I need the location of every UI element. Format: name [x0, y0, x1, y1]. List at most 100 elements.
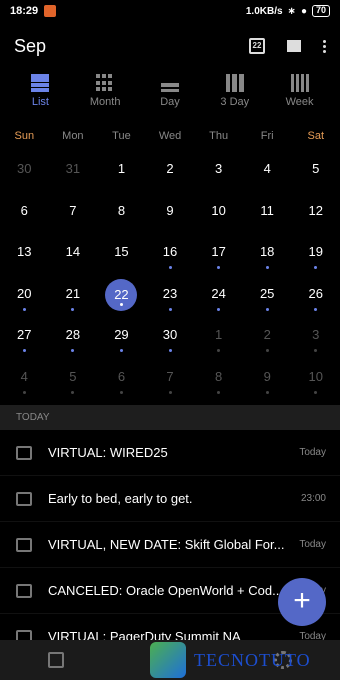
- battery-indicator: 70: [311, 5, 330, 17]
- today-calendar-icon[interactable]: 22: [249, 38, 265, 54]
- day-cell[interactable]: 9: [243, 360, 292, 402]
- day-cell[interactable]: 24: [194, 277, 243, 319]
- calendar-feed-icon: [16, 491, 32, 506]
- switch-view-icon[interactable]: [287, 40, 301, 52]
- day-cell[interactable]: 30: [0, 152, 49, 194]
- day-cell[interactable]: 27: [0, 318, 49, 360]
- day-cell[interactable]: 2: [243, 318, 292, 360]
- day-cell[interactable]: 8: [97, 194, 146, 236]
- day-number: 28: [65, 327, 81, 342]
- event-dot-icon: [119, 349, 123, 352]
- day-number: 6: [20, 202, 28, 218]
- week-row: 27 28 29 30 1 2 3: [0, 318, 340, 360]
- day-number: 8: [117, 202, 126, 218]
- day-number: 17: [211, 244, 226, 259]
- event-item[interactable]: Early to bed, early to get. 23:00: [0, 476, 340, 522]
- day-number: 5: [312, 161, 320, 176]
- view-tab-week[interactable]: Week: [270, 74, 330, 108]
- day-cell[interactable]: 15: [97, 235, 146, 277]
- day-cell[interactable]: 31: [49, 152, 98, 194]
- day-cell[interactable]: 20: [0, 277, 49, 319]
- day-cell[interactable]: 26: [291, 277, 340, 319]
- day-number: 21: [65, 285, 81, 301]
- day-cell[interactable]: 1: [194, 318, 243, 360]
- day-cell[interactable]: 7: [146, 360, 195, 402]
- day-number: 29: [114, 327, 129, 342]
- day-cell[interactable]: 10: [194, 194, 243, 236]
- day-cell[interactable]: 28: [49, 318, 98, 360]
- view-tab-day[interactable]: Day: [140, 74, 200, 108]
- day-cell[interactable]: 11: [243, 194, 292, 236]
- day-number: 18: [259, 244, 275, 259]
- day-cell[interactable]: 12: [291, 194, 340, 236]
- day-cell[interactable]: 6: [97, 360, 146, 402]
- day-cell[interactable]: 25: [243, 277, 292, 319]
- day-cell[interactable]: 10: [291, 360, 340, 402]
- add-event-button[interactable]: +: [278, 578, 326, 626]
- day-cell[interactable]: 17: [194, 235, 243, 277]
- tasks-checkbox-icon[interactable]: [48, 652, 64, 668]
- day-cell[interactable]: 7: [49, 194, 98, 236]
- day-number: 5: [69, 368, 77, 384]
- day-cell[interactable]: 3: [194, 152, 243, 194]
- day-number: 25: [259, 285, 275, 301]
- app-bar: Sep 22: [0, 28, 340, 64]
- day-number: 30: [162, 327, 178, 342]
- view-tab-label: List: [31, 96, 49, 108]
- day-number: 3: [214, 161, 223, 176]
- day-cell[interactable]: 1: [97, 152, 146, 194]
- day-cell[interactable]: 16: [146, 235, 195, 277]
- day-cell[interactable]: 4: [0, 360, 49, 402]
- event-dot-icon: [119, 390, 123, 394]
- status-bar: 18:29 1.0KB/s ∗ ● 70: [0, 0, 340, 22]
- status-right: 1.0KB/s ∗ ● 70: [246, 5, 330, 17]
- more-options-icon[interactable]: [323, 39, 326, 53]
- day-cell[interactable]: 13: [0, 235, 49, 277]
- event-dot-icon: [217, 266, 221, 269]
- view-tab-month[interactable]: Month: [75, 74, 135, 108]
- watermark: TECNOTUTO: [150, 640, 330, 680]
- day-cell[interactable]: 21: [49, 277, 98, 319]
- weekday-tue: Tue: [112, 130, 131, 142]
- day-cell[interactable]: 2: [146, 152, 195, 194]
- day-number: 26: [308, 285, 323, 301]
- day-number: 14: [65, 244, 81, 259]
- day-cell[interactable]: 9: [146, 194, 195, 236]
- week-row: 13 14 15 16 17 18 19: [0, 235, 340, 277]
- event-title: CANCELED: Oracle OpenWorld + Cod...: [48, 583, 283, 598]
- day-cell[interactable]: 6: [0, 194, 49, 236]
- status-time: 18:29: [10, 5, 39, 17]
- month-title[interactable]: Sep: [14, 36, 46, 57]
- day-number: 11: [260, 202, 274, 218]
- day-cell-selected[interactable]: 22: [97, 277, 146, 319]
- event-time: Today: [299, 447, 326, 458]
- day-cell[interactable]: 5: [49, 360, 98, 402]
- day-cell[interactable]: 4: [243, 152, 292, 194]
- event-dot-icon: [314, 390, 318, 394]
- event-item[interactable]: VIRTUAL, NEW DATE: Skift Global For... To…: [0, 522, 340, 568]
- event-dot-icon: [265, 390, 269, 394]
- view-tab-3-day[interactable]: 3 Day: [205, 74, 265, 108]
- week-row: 20 21 22 23 24 25 26: [0, 277, 340, 319]
- day-cell[interactable]: 8: [194, 360, 243, 402]
- day-cell[interactable]: 23: [146, 277, 195, 319]
- day-cell[interactable]: 30: [146, 318, 195, 360]
- day-cell[interactable]: 5: [291, 152, 340, 194]
- day-number: 15: [114, 244, 129, 259]
- day-cell[interactable]: 14: [49, 235, 98, 277]
- day-cell[interactable]: 19: [291, 235, 340, 277]
- event-item[interactable]: VIRTUAL: WIRED25 Today: [0, 430, 340, 476]
- day-cell[interactable]: 3: [291, 318, 340, 360]
- event-dot-icon: [314, 307, 318, 311]
- day-number: 2: [263, 327, 271, 342]
- event-dot-icon: [314, 349, 318, 352]
- day-cell[interactable]: 18: [243, 235, 292, 277]
- weekday-fri: Fri: [260, 130, 274, 142]
- weekday-wed: Wed: [158, 130, 182, 142]
- event-dot-icon: [71, 390, 75, 394]
- view-tab-list[interactable]: List: [10, 74, 70, 108]
- event-dot-icon: [265, 266, 269, 269]
- calendar-feed-icon: [16, 583, 32, 598]
- day-cell[interactable]: 29: [97, 318, 146, 360]
- event-dot-icon: [71, 307, 75, 311]
